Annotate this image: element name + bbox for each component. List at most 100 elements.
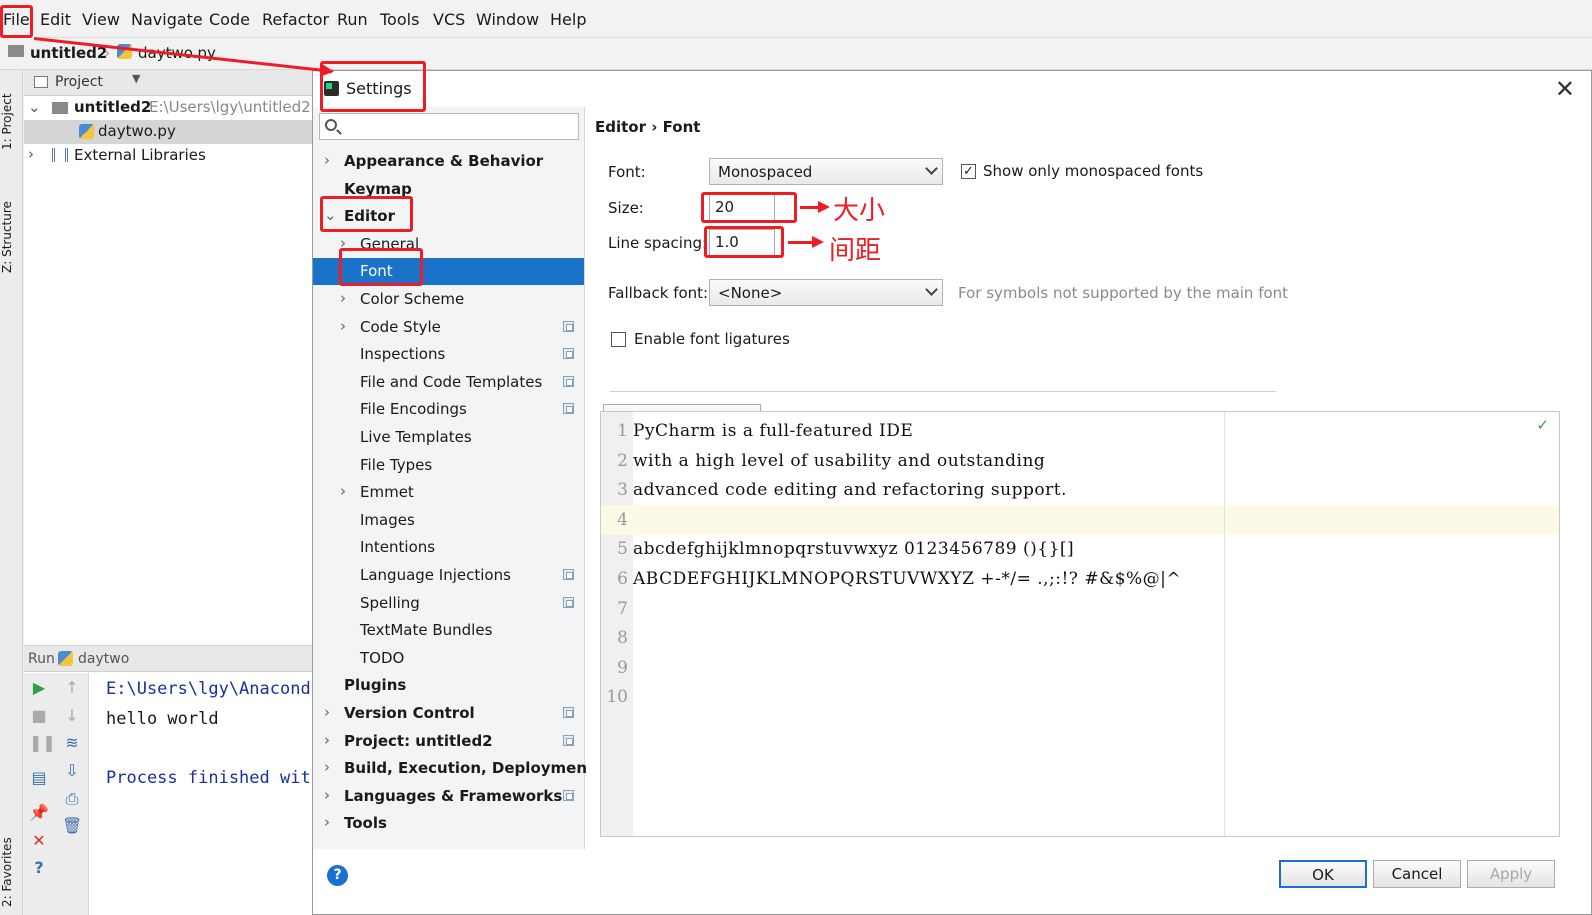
settings-nav-label: Spelling: [360, 593, 420, 612]
settings-nav-item[interactable]: Language Injections: [313, 562, 584, 589]
tree-libraries-label: External Libraries: [74, 146, 206, 164]
project-level-icon: [563, 734, 574, 746]
dialog-title-bar: Settings ✕: [313, 71, 1591, 107]
settings-nav-item[interactable]: File Encodings: [313, 396, 584, 423]
chevron-right-icon[interactable]: ›: [324, 813, 330, 831]
arrow-down-icon[interactable]: ↓: [62, 706, 82, 726]
pin-icon[interactable]: 📌: [29, 803, 49, 823]
folder-icon: [52, 102, 68, 114]
menu-vcs[interactable]: VCS: [433, 10, 465, 29]
run-toolbar: ▶ ↑ ■ ↓ ❚❚ ≋ ▤ ⇩ ⎙ 📌 🗑 ✕ ?: [24, 673, 89, 915]
menu-refactor[interactable]: Refactor: [262, 10, 329, 29]
monospaced-only-checkbox[interactable]: ✓: [961, 164, 976, 179]
trash-icon[interactable]: 🗑: [62, 816, 82, 836]
tree-row-libraries[interactable]: › External Libraries: [24, 144, 314, 168]
chevron-down-icon[interactable]: ⌄: [28, 98, 41, 116]
tab-favorites[interactable]: 2: Favorites: [0, 830, 23, 915]
settings-nav-item[interactable]: TODO: [313, 645, 584, 672]
settings-nav-item[interactable]: › Emmet: [313, 479, 584, 506]
line-number: 9: [617, 657, 628, 678]
ok-button[interactable]: OK: [1279, 860, 1367, 888]
cancel-button[interactable]: Cancel: [1373, 860, 1461, 888]
menu-code[interactable]: Code: [209, 10, 250, 29]
tab-project[interactable]: 1: Project: [0, 82, 23, 162]
annotation-spacing-text: 间距: [829, 236, 882, 266]
close-icon[interactable]: ✕: [1555, 75, 1575, 103]
line-number: 2: [617, 450, 628, 471]
settings-nav-item[interactable]: › Project: untitled2: [313, 728, 584, 755]
font-preview-editor[interactable]: 1 PyCharm is a full-featured IDE 2 with a h…: [600, 411, 1560, 837]
python-file-icon: [58, 651, 73, 666]
breadcrumb-page: Font: [662, 118, 701, 136]
settings-nav-item[interactable]: › Languages & Frameworks: [313, 783, 584, 810]
settings-nav-item[interactable]: File and Code Templates: [313, 369, 584, 396]
tab-structure[interactable]: Z: Structure: [0, 190, 23, 285]
menu-navigate[interactable]: Navigate: [131, 10, 203, 29]
run-config-name[interactable]: daytwo: [78, 651, 129, 667]
ligatures-checkbox[interactable]: [611, 332, 626, 347]
settings-nav-item[interactable]: › Code Style: [313, 314, 584, 341]
chevron-right-icon[interactable]: ›: [324, 151, 330, 169]
settings-nav-item[interactable]: › Version Control: [313, 700, 584, 727]
menu-run[interactable]: Run: [337, 10, 368, 29]
menu-edit[interactable]: Edit: [40, 10, 71, 29]
arrow-up-icon[interactable]: ↑: [62, 678, 82, 698]
chevron-right-icon[interactable]: ›: [340, 289, 346, 307]
settings-nav-item[interactable]: Spelling: [313, 590, 584, 617]
console-line: E:\Users\lgy\Anaconda: [106, 679, 314, 699]
run-panel-header: Run daytwo: [24, 646, 314, 672]
settings-nav-item[interactable]: File Types: [313, 452, 584, 479]
soft-wrap-icon[interactable]: ≋: [62, 733, 82, 753]
preview-line: 7: [601, 594, 1559, 624]
annotation-box-settings: [320, 61, 426, 112]
chevron-right-icon[interactable]: ›: [324, 731, 330, 749]
apply-button[interactable]: Apply: [1467, 860, 1555, 888]
layout-icon[interactable]: ▤: [29, 768, 49, 788]
close-icon[interactable]: ✕: [29, 831, 49, 851]
menu-help[interactable]: Help: [550, 10, 586, 29]
settings-nav-item[interactable]: › Appearance & Behavior: [313, 148, 584, 175]
preview-line: 9: [601, 653, 1559, 683]
stop-icon[interactable]: ■: [29, 706, 49, 726]
play-icon[interactable]: ▶: [29, 678, 49, 698]
help-icon[interactable]: ?: [29, 858, 49, 878]
tree-row-root[interactable]: ⌄ untitled2 E:\Users\lgy\untitled2: [24, 96, 314, 120]
font-select[interactable]: Monospaced: [709, 158, 943, 185]
settings-nav-label: Languages & Frameworks: [344, 786, 563, 805]
settings-nav-item[interactable]: › Color Scheme: [313, 286, 584, 313]
chevron-right-icon[interactable]: ›: [340, 482, 346, 500]
line-number: 6: [617, 569, 628, 589]
project-panel-title[interactable]: Project: [55, 74, 103, 90]
chevron-right-icon[interactable]: ›: [324, 703, 330, 721]
settings-nav-item[interactable]: › Build, Execution, Deployment: [313, 755, 594, 782]
settings-nav-item[interactable]: › Tools: [313, 810, 584, 837]
fallback-font-select[interactable]: <None>: [709, 279, 943, 306]
monospaced-only-label: Show only monospaced fonts: [983, 162, 1204, 180]
print-icon[interactable]: ⎙: [62, 789, 82, 809]
help-icon[interactable]: ?: [327, 865, 348, 886]
scroll-to-end-icon[interactable]: ⇩: [62, 761, 82, 781]
settings-nav-item[interactable]: Inspections: [313, 341, 584, 368]
tree-row-file[interactable]: daytwo.py: [24, 120, 314, 144]
chevron-right-icon[interactable]: ›: [324, 786, 330, 804]
chevron-right-icon[interactable]: ›: [324, 758, 330, 776]
preview-text: abcdefghijklmnopqrstuvwxyz 0123456789 ()…: [633, 539, 1075, 560]
line-spacing-label: Line spacing:: [608, 234, 708, 252]
preview-text: advanced code editing and refactoring su…: [633, 480, 1067, 501]
settings-nav-item[interactable]: Plugins: [313, 672, 584, 699]
settings-nav-item[interactable]: Images: [313, 507, 584, 534]
menu-tools[interactable]: Tools: [380, 10, 419, 29]
menu-view[interactable]: View: [82, 10, 120, 29]
chevron-right-icon[interactable]: ›: [340, 317, 346, 335]
preview-line: 2 with a high level of usability and outs…: [601, 446, 1559, 476]
chevron-right-icon[interactable]: ›: [28, 145, 34, 163]
breadcrumb-separator: ›: [651, 118, 658, 136]
menu-window[interactable]: Window: [476, 10, 539, 29]
settings-nav-item[interactable]: Intentions: [313, 534, 584, 561]
settings-nav-item[interactable]: Live Templates: [313, 424, 584, 451]
settings-search-input[interactable]: [319, 113, 579, 140]
pause-icon[interactable]: ❚❚: [29, 733, 56, 753]
chevron-down-icon[interactable]: ▼: [132, 72, 140, 85]
check-icon: ✓: [1536, 416, 1549, 434]
settings-nav-item[interactable]: TextMate Bundles: [313, 617, 584, 644]
